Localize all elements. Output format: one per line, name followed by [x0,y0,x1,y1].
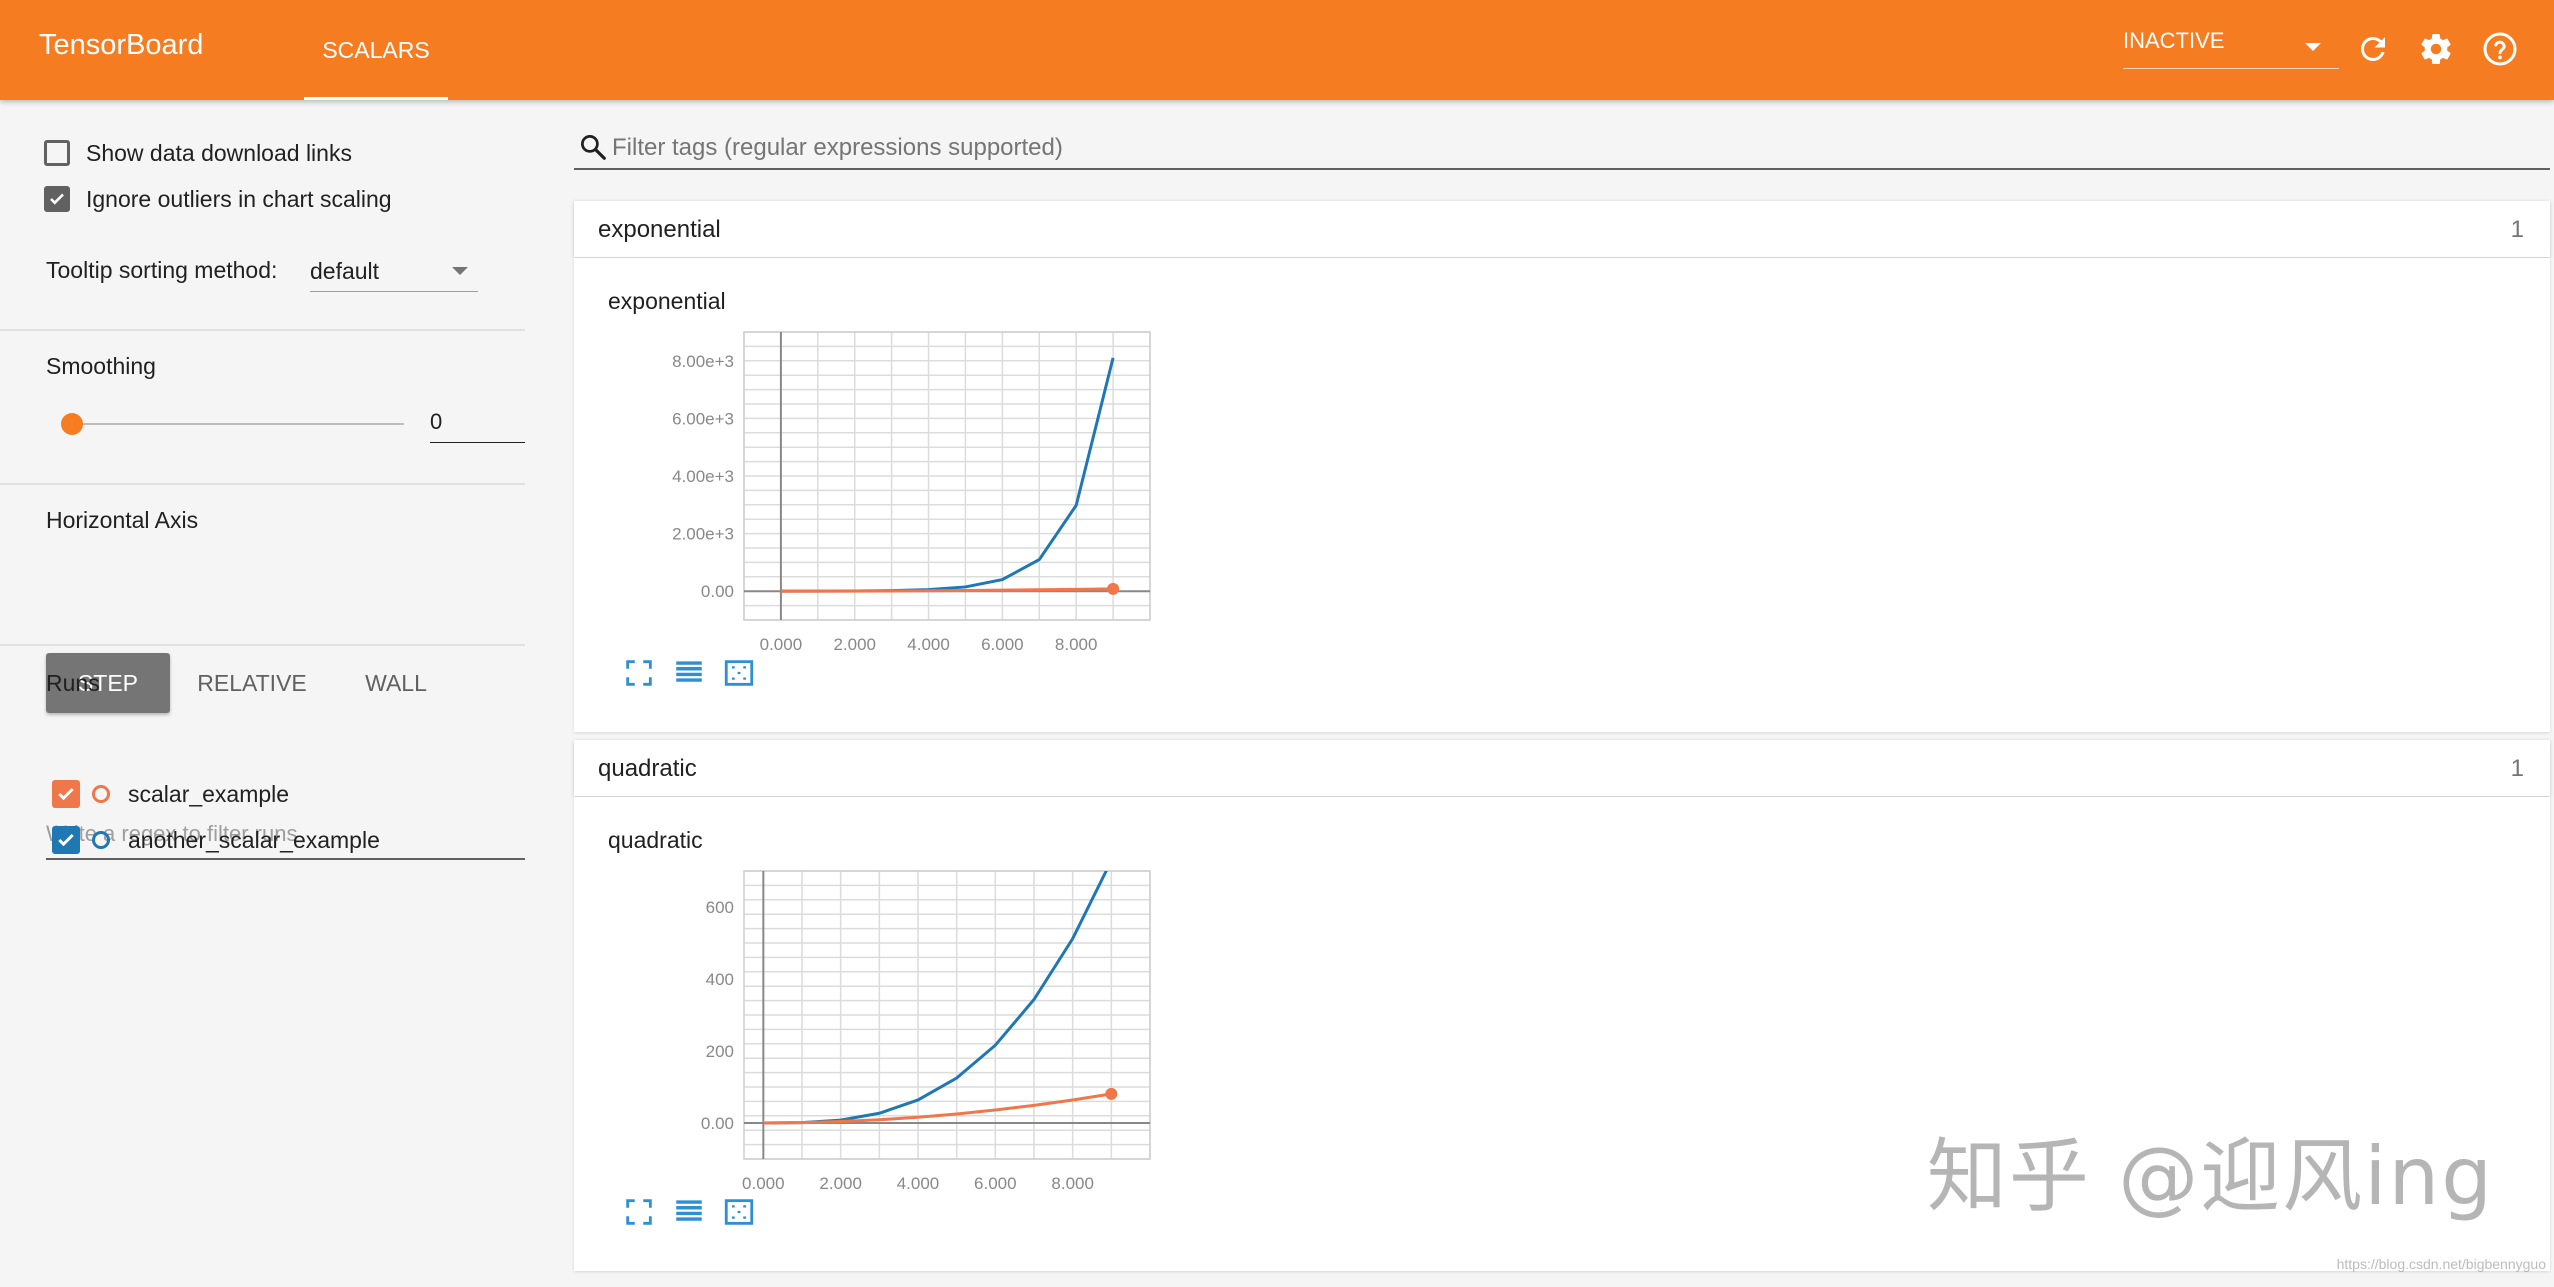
check-icon [50,193,64,205]
checkbox-checked[interactable] [44,186,70,212]
runs-label: Runs [46,670,100,696]
series-line-scalar_example [763,1092,1112,1125]
category-name: exponential [598,216,721,243]
x-tick-label: 6.000 [981,635,1024,654]
series-line-another_scalar_example [780,357,1115,593]
run-item-another-scalar-example[interactable]: another_scalar_example [52,823,380,857]
check-icon [58,833,74,847]
settings-icon[interactable] [2418,31,2454,67]
x-tick-label: 0.000 [760,635,803,654]
chart-card-exponential: exponential 0.00 2.00e+3 4.00e+3 6.00e+3 8.0… [594,258,1154,748]
show-download-links-option[interactable]: Show data download links [44,136,352,170]
fullscreen-icon[interactable] [622,1195,656,1229]
x-tick-label: 2.000 [819,1174,862,1193]
help-icon[interactable] [2482,31,2518,67]
chevron-down-icon [452,267,468,275]
smoothing-slider-handle[interactable] [61,413,83,435]
y-tick-label: 0.00 [701,582,734,601]
run-checkbox[interactable] [52,826,80,854]
y-tick-label: 6.00e+3 [672,409,734,428]
divider [0,483,525,485]
horizontal-axis-label: Horizontal Axis [46,507,199,533]
category-count: 1 [2510,216,2524,243]
chart-card-quadratic: quadratic 0.00 200 400 600 0.000 2.000 4.000 6.… [594,797,1154,1287]
fit-domain-icon[interactable] [722,1195,756,1229]
category-body-exponential: exponential 0.00 2.00e+3 4.00e+3 6.00e+3 8.0… [574,258,2550,732]
axis-wall-button[interactable]: WALL [340,653,452,713]
sidebar: Show data download links Ignore outliers… [0,100,525,1278]
exponential-chart[interactable]: 0.00 2.00e+3 4.00e+3 6.00e+3 8.00e+3 0.000 2.0… [594,258,1154,658]
x-tick-label: 0.000 [742,1174,785,1193]
watermark-url: https://blog.csdn.net/bigbennyguo [2336,1256,2546,1272]
tag-filter-input[interactable]: Filter tags (regular expressions support… [574,126,2550,170]
y-tick-label: 2.00e+3 [672,525,734,544]
divider [0,329,525,331]
category-name: quadratic [598,755,697,782]
category-count: 1 [2510,755,2524,782]
watermark-text: 知乎 @迎风ing [1926,1130,2494,1223]
option-label: Show data download links [86,139,352,166]
y-tick-label: 4.00e+3 [672,467,734,486]
y-tick-label: 400 [706,970,734,989]
axis-relative-button[interactable]: RELATIVE [184,653,320,713]
y-tick-label: 8.00e+3 [672,352,734,371]
data-table-icon[interactable] [672,1195,706,1229]
run-status-dropdown[interactable]: INACTIVE [2123,28,2339,69]
app-brand: TensorBoard [39,29,204,61]
run-color-swatch[interactable] [92,831,110,849]
refresh-icon[interactable] [2355,31,2391,67]
series-line-scalar_example [780,587,1114,593]
smoothing-value-input[interactable]: 0 [430,402,525,443]
run-name: another_scalar_example [128,826,380,853]
fit-domain-icon[interactable] [722,656,756,690]
run-checkbox[interactable] [52,780,80,808]
fullscreen-icon[interactable] [622,656,656,690]
ignore-outliers-option[interactable]: Ignore outliers in chart scaling [44,182,392,216]
run-name: scalar_example [128,780,290,807]
smoothing-label: Smoothing [46,353,156,379]
run-color-swatch[interactable] [92,785,110,803]
category-header-quadratic[interactable]: quadratic 1 [574,740,2550,796]
category-header-exponential[interactable]: exponential 1 [574,201,2550,257]
y-tick-label: 0.00 [701,1114,734,1133]
x-tick-label: 8.000 [1051,1174,1094,1193]
x-tick-label: 6.000 [974,1174,1017,1193]
tooltip-sorting-label: Tooltip sorting method: [46,257,278,283]
check-icon [58,787,74,801]
top-app-bar: TensorBoard SCALARS INACTIVE [0,0,2554,100]
series-endpoint-marker [1105,1087,1118,1100]
search-icon [581,135,606,160]
tooltip-sorting-value: default [310,258,380,284]
option-label: Ignore outliers in chart scaling [86,185,392,212]
run-status-value: INACTIVE [2123,28,2225,53]
y-tick-label: 600 [706,898,734,917]
tab-scalars[interactable]: SCALARS [304,0,448,100]
run-item-scalar-example[interactable]: scalar_example [52,777,289,811]
x-tick-label: 4.000 [907,635,950,654]
tooltip-sorting-select[interactable]: default [310,251,478,292]
checkbox-unchecked[interactable] [44,140,70,166]
divider [0,644,525,646]
chevron-down-icon [2305,43,2321,51]
chart-toolbar [594,1195,754,1235]
y-tick-label: 200 [706,1042,734,1061]
tag-filter-placeholder: Filter tags (regular expressions support… [612,134,1063,161]
data-table-icon[interactable] [672,656,706,690]
series-endpoint-marker [1107,582,1120,595]
x-tick-label: 8.000 [1055,635,1098,654]
chart-toolbar [594,656,754,696]
quadratic-chart[interactable]: 0.00 200 400 600 0.000 2.000 4.000 6.000 8.000 [594,797,1154,1197]
x-tick-label: 4.000 [897,1174,940,1193]
x-tick-label: 2.000 [833,635,876,654]
smoothing-slider-track[interactable] [72,423,404,425]
